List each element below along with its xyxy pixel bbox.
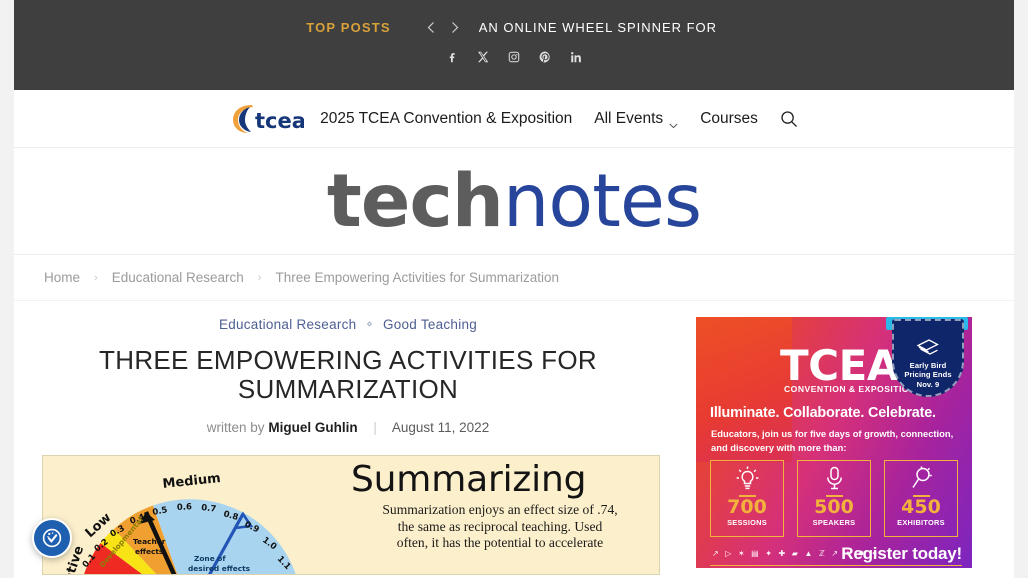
featured-body: Summarization enjoys an effect size of .… bbox=[351, 502, 649, 551]
site-masthead[interactable]: technotes bbox=[14, 148, 1014, 255]
featured-heading: Summarizing bbox=[351, 459, 587, 501]
top-posts-ticker: TOP POSTS AN ONLINE WHEEL SPINNER FOR EV… bbox=[14, 0, 1014, 35]
badge-line2: Pricing Ends bbox=[904, 370, 952, 380]
badge-line1: Early Bird bbox=[909, 360, 947, 370]
article-column: Educational Research ⋄ Good Teaching THR… bbox=[14, 317, 682, 576]
tcea-logo[interactable]: tcea bbox=[230, 101, 304, 137]
category-separator: ⋄ bbox=[366, 319, 373, 330]
ad-brand-subtitle: CONVENTION & EXPOSITION bbox=[784, 384, 916, 394]
category-link-educational-research[interactable]: Educational Research bbox=[219, 317, 356, 332]
chevron-down-icon bbox=[669, 116, 678, 128]
effect-size-barometer: -0.2 -0.1 0 0.1 0.2 0.3 0.4 0.5 0.6 0.7 … bbox=[43, 456, 343, 575]
accessibility-widget-button[interactable] bbox=[32, 518, 72, 558]
badge-text: Early Bird Pricing Ends Nov. 9 bbox=[904, 361, 951, 389]
svg-text:desired effects: desired effects bbox=[188, 564, 251, 573]
svg-text:tcea: tcea bbox=[255, 109, 304, 133]
facebook-icon[interactable] bbox=[445, 50, 459, 64]
ad-subtext: Educators, join us for five days of grow… bbox=[711, 427, 961, 454]
breadcrumb-item-category[interactable]: Educational Research bbox=[112, 270, 244, 285]
ticker-arrows bbox=[425, 21, 461, 34]
featured-body-line3: often, it has the potential to accelerat… bbox=[396, 534, 604, 550]
post-byline: written by Miguel Guhlin | August 11, 20… bbox=[42, 420, 654, 435]
breadcrumb: Home › Educational Research › Three Empo… bbox=[14, 255, 1014, 301]
lightbulb-icon bbox=[735, 465, 760, 492]
breadcrumb-item-current: Three Empowering Activities for Summariz… bbox=[275, 270, 560, 285]
content-area: Educational Research ⋄ Good Teaching THR… bbox=[14, 301, 1014, 576]
sidebar-column: TCEA CONVENTION & EXPOSITION Early Bird … bbox=[682, 317, 1014, 575]
stat-number: 450 bbox=[901, 496, 941, 518]
early-bird-badge: Early Bird Pricing Ends Nov. 9 bbox=[892, 319, 964, 397]
microphone-icon bbox=[822, 465, 847, 492]
ad-subtext-line2: and discovery with more than: bbox=[711, 441, 847, 453]
featured-image-text: Summarizing Summarization enjoys an effe… bbox=[343, 456, 659, 574]
x-twitter-icon[interactable] bbox=[476, 50, 490, 64]
search-icon[interactable] bbox=[780, 110, 798, 128]
magnifier-icon bbox=[909, 465, 934, 492]
top-bar: TOP POSTS AN ONLINE WHEEL SPINNER FOR EV… bbox=[14, 0, 1014, 90]
svg-text:Teacher: Teacher bbox=[133, 537, 166, 546]
written-by-label: written by bbox=[206, 420, 265, 436]
stat-label: EXHIBITORS bbox=[897, 517, 945, 527]
ad-brand: TCEA bbox=[780, 341, 899, 390]
ad-stats: 700 SESSIONS 500 SPEAKERS 450 EXHIBITORS bbox=[710, 460, 958, 537]
nav-item-label: All Events bbox=[594, 109, 664, 127]
stat-label: SESSIONS bbox=[727, 517, 767, 527]
ad-tagline: Illuminate. Collaborate. Celebrate. bbox=[710, 405, 936, 421]
stat-sessions: 700 SESSIONS bbox=[710, 460, 784, 537]
svg-text:Zone of: Zone of bbox=[194, 554, 226, 563]
top-posts-label: TOP POSTS bbox=[306, 20, 391, 35]
post-date: August 11, 2022 bbox=[391, 420, 490, 436]
page-root: TOP POSTS AN ONLINE WHEEL SPINNER FOR EV… bbox=[14, 0, 1014, 578]
technotes-logo: technotes bbox=[327, 165, 702, 238]
nav-item-convention[interactable]: 2025 TCEA Convention & Exposition bbox=[320, 110, 572, 128]
masthead-part-notes: notes bbox=[503, 158, 702, 244]
post-categories: Educational Research ⋄ Good Teaching bbox=[42, 317, 654, 332]
ad-cta[interactable]: Register today! bbox=[841, 544, 962, 564]
nav-item-label: Courses bbox=[700, 109, 758, 127]
svg-text:Medium: Medium bbox=[162, 471, 222, 492]
nav-item-courses[interactable]: Courses bbox=[700, 110, 758, 128]
stat-number: 700 bbox=[727, 496, 767, 518]
svg-text:0.7: 0.7 bbox=[201, 503, 217, 515]
breadcrumb-separator: › bbox=[257, 271, 262, 284]
stat-number: 500 bbox=[814, 496, 854, 518]
nav-item-label: 2025 TCEA Convention & Exposition bbox=[320, 109, 573, 127]
page-title: THREE EMPOWERING ACTIVITIES FOR SUMMARIZ… bbox=[99, 345, 597, 405]
badge-line3: Nov. 9 bbox=[916, 379, 940, 389]
svg-text:effects: effects bbox=[135, 547, 164, 556]
instagram-icon[interactable] bbox=[507, 50, 521, 64]
byline-divider: | bbox=[373, 420, 377, 436]
chevron-right-icon[interactable] bbox=[448, 21, 461, 34]
stat-label: SPEAKERS bbox=[812, 517, 856, 527]
pinterest-icon[interactable] bbox=[538, 50, 552, 64]
linkedin-icon[interactable] bbox=[569, 50, 583, 64]
featured-body-line2: the same as reciprocal teaching. Used bbox=[397, 518, 603, 534]
stat-exhibitors: 450 EXHIBITORS bbox=[884, 460, 958, 537]
social-links bbox=[14, 50, 1014, 64]
stat-speakers: 500 SPEAKERS bbox=[797, 460, 871, 537]
featured-body-line1: Summarization enjoys an effect size of .… bbox=[382, 502, 618, 518]
featured-image[interactable]: -0.2 -0.1 0 0.1 0.2 0.3 0.4 0.5 0.6 0.7 … bbox=[42, 455, 660, 576]
masthead-part-tech: tech bbox=[326, 158, 504, 244]
category-link-good-teaching[interactable]: Good Teaching bbox=[383, 317, 477, 332]
chevron-left-icon[interactable] bbox=[425, 21, 438, 34]
main-navigation: tcea 2025 TCEA Convention & Exposition A… bbox=[14, 90, 1014, 148]
author-link[interactable]: Miguel Guhlin bbox=[268, 420, 357, 435]
svg-text:0.6: 0.6 bbox=[177, 502, 193, 513]
nav-item-all-events[interactable]: All Events bbox=[594, 110, 678, 128]
tcea-convention-ad[interactable]: TCEA CONVENTION & EXPOSITION Early Bird … bbox=[696, 317, 972, 568]
ad-divider bbox=[710, 565, 962, 567]
ad-subtext-line1: Educators, join us for five days of grow… bbox=[711, 428, 954, 439]
breadcrumb-item-home[interactable]: Home bbox=[44, 270, 80, 285]
breadcrumb-separator: › bbox=[94, 271, 98, 284]
ticket-icon bbox=[915, 338, 941, 358]
ticker-headline[interactable]: AN ONLINE WHEEL SPINNER FOR EVERY OCCASI… bbox=[479, 20, 722, 35]
accessibility-icon bbox=[42, 528, 62, 548]
